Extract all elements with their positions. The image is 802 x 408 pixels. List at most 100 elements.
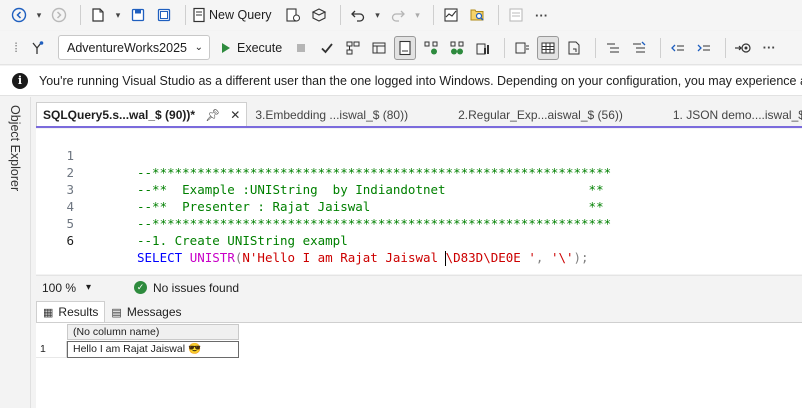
sql-string: N'Hello I am Rajat Jaiswal — [242, 250, 446, 265]
query-options-icon[interactable] — [282, 3, 304, 27]
more-icon[interactable]: ··· — [758, 36, 780, 60]
new-project-dropdown-icon[interactable]: ▾ — [113, 3, 123, 27]
row-number[interactable]: 1 — [36, 341, 67, 358]
tab-json-demo[interactable]: 1. JSON demo....iswal_$ ( — [665, 104, 802, 126]
info-icon: i — [12, 72, 28, 89]
sql-keyword: SELECT — [137, 250, 183, 265]
issues-label: No issues found — [153, 280, 240, 295]
tab-results[interactable]: ▦ Results — [36, 301, 106, 322]
info-bar: i You're running Visual Studio as a diff… — [0, 66, 802, 96]
query-designer-icon[interactable] — [368, 36, 390, 60]
document-tab-strip: SQLQuery5.s...wal_$ (90))* 📌︎ ✕ 3.Embedd… — [36, 102, 802, 128]
tab-label: SQLQuery5.s...wal_$ (90))* — [43, 107, 196, 122]
chevron-down-icon: ▾ — [86, 282, 92, 293]
tab-label: 1. JSON demo....iswal_$ ( — [672, 108, 802, 122]
back-icon[interactable] — [8, 3, 30, 27]
activity-monitor-icon[interactable] — [440, 3, 462, 27]
info-bar-message: You're running Visual Studio as a differ… — [39, 73, 802, 88]
line-number: 6 — [66, 233, 74, 248]
results-to-file-icon[interactable] — [563, 36, 585, 60]
toolbar-separator — [339, 5, 341, 25]
tab-embedding[interactable]: 3.Embedding ...iswal_$ (80)) — [247, 104, 416, 126]
toolbar-separator — [595, 37, 597, 58]
save-all-icon[interactable] — [153, 3, 175, 27]
play-icon — [222, 42, 230, 53]
more-icon[interactable]: ··· — [531, 3, 553, 27]
toolbar-separator — [185, 5, 186, 25]
tab-sqlquery5[interactable]: SQLQuery5.s...wal_$ (90))* 📌︎ ✕ — [36, 102, 248, 126]
sql-code-editor[interactable]: 1 --************************************… — [36, 129, 802, 274]
comment-out-icon[interactable] — [602, 36, 624, 60]
result-cell[interactable]: Hello I am Rajat Jaiswal 😎 — [67, 341, 239, 358]
zoom-dropdown[interactable]: 100 % ▾ — [36, 281, 124, 295]
tab-label: Messages — [126, 305, 182, 319]
database-selector[interactable]: AdventureWorks2025 ⌄ — [58, 35, 210, 60]
toolbar-separator — [497, 5, 499, 25]
new-query-label: New Query — [209, 8, 272, 22]
tab-label: Results — [58, 305, 99, 319]
code-line: 4 --************************************… — [36, 181, 611, 231]
redo-dropdown-icon[interactable]: ▾ — [413, 3, 423, 27]
forward-icon[interactable] — [48, 3, 70, 27]
grid-icon: ▦ — [43, 306, 54, 319]
results-to-text-icon[interactable] — [511, 36, 533, 60]
decrease-indent-icon[interactable] — [667, 36, 689, 60]
execute-label: Execute — [237, 40, 283, 55]
sql-function: UNISTR — [189, 250, 235, 265]
database-selector-value: AdventureWorks2025 — [67, 40, 187, 55]
toolbar-separator — [80, 5, 81, 25]
object-explorer-side-tab[interactable]: Object Explorer — [0, 97, 31, 408]
chevron-down-icon: ⌄ — [194, 42, 203, 53]
editor-status-bar: 100 % ▾ ✓ No issues found — [36, 275, 802, 299]
standard-toolbar: ▾ ▾ New Query ▾ ▾ ··· — [0, 0, 802, 30]
find-in-files-icon[interactable] — [466, 3, 488, 27]
tab-regular-exp[interactable]: 2.Regular_Exp...aiswal_$ (56)) — [450, 104, 631, 126]
new-project-icon[interactable] — [87, 3, 109, 27]
connect-icon[interactable] — [26, 36, 48, 60]
pin-icon[interactable]: 📌︎ — [205, 108, 220, 122]
column-header[interactable]: (No column name) — [67, 324, 239, 340]
specify-template-values-icon[interactable] — [732, 36, 754, 60]
display-estimated-plan-icon[interactable] — [342, 36, 364, 60]
database-engine-query-icon[interactable] — [308, 3, 330, 27]
toolbar-separator — [504, 37, 506, 58]
tab-messages[interactable]: ▤ Messages — [105, 302, 187, 322]
toolbar-separator — [432, 5, 434, 25]
undo-dropdown-icon[interactable]: ▾ — [373, 3, 383, 27]
parse-checkmark-icon[interactable] — [316, 36, 338, 60]
sql-string: \D83D\DE0E ' — [445, 250, 536, 265]
live-query-stats-icon[interactable] — [446, 36, 468, 60]
code-comment: --** Example :UNIString by Indiandotnet … — [137, 182, 604, 197]
results-grid: (No column name) 1 Hello I am Rajat Jais… — [36, 323, 802, 408]
results-to-file-toggle[interactable] — [394, 35, 417, 60]
toolbar-grip-icon[interactable]: ⁞ — [10, 36, 22, 60]
save-icon[interactable] — [127, 3, 149, 27]
increase-indent-icon[interactable] — [693, 36, 715, 60]
uncomment-icon[interactable] — [628, 36, 650, 60]
execute-button[interactable]: Execute — [220, 41, 282, 55]
redo-icon[interactable] — [387, 3, 409, 27]
undo-icon[interactable] — [347, 3, 369, 27]
close-icon[interactable]: ✕ — [230, 108, 240, 122]
issues-indicator[interactable]: ✓ No issues found — [134, 281, 239, 295]
code-line: 3 --** Presenter : Rajat Jaiswal ** — [36, 164, 603, 214]
new-query-button[interactable]: New Query — [192, 3, 272, 27]
code-comment: --**************************************… — [137, 165, 612, 180]
include-actual-plan-icon[interactable] — [420, 36, 442, 60]
code-line-current: 6 SELECT UNISTR(N'Hello I am Rajat Jaisw… — [36, 215, 589, 266]
code-comment: --1. Create UNIString exampl — [137, 233, 348, 248]
results-to-grid-toggle[interactable] — [537, 35, 560, 60]
code-line: 5 --1. Create UNIString exampl — [36, 198, 347, 248]
toolbar-separator — [660, 37, 662, 58]
zoom-value: 100 % — [42, 280, 77, 295]
sql-string: '\' — [543, 250, 574, 265]
cancel-query-icon[interactable] — [290, 36, 312, 60]
tab-label: 3.Embedding ...iswal_$ (80)) — [255, 108, 409, 122]
sql-editor-toolbar: ⁞ AdventureWorks2025 ⌄ Execute ··· — [0, 31, 802, 65]
toolbar-separator — [725, 37, 727, 58]
back-dropdown-icon[interactable]: ▾ — [34, 3, 44, 27]
client-statistics-icon[interactable] — [472, 36, 494, 60]
results-tab-strip: ▦ Results ▤ Messages — [36, 301, 802, 323]
properties-icon[interactable] — [505, 3, 527, 27]
code-line: 2 --** Example :UNIString by Indiandotne… — [36, 147, 603, 197]
